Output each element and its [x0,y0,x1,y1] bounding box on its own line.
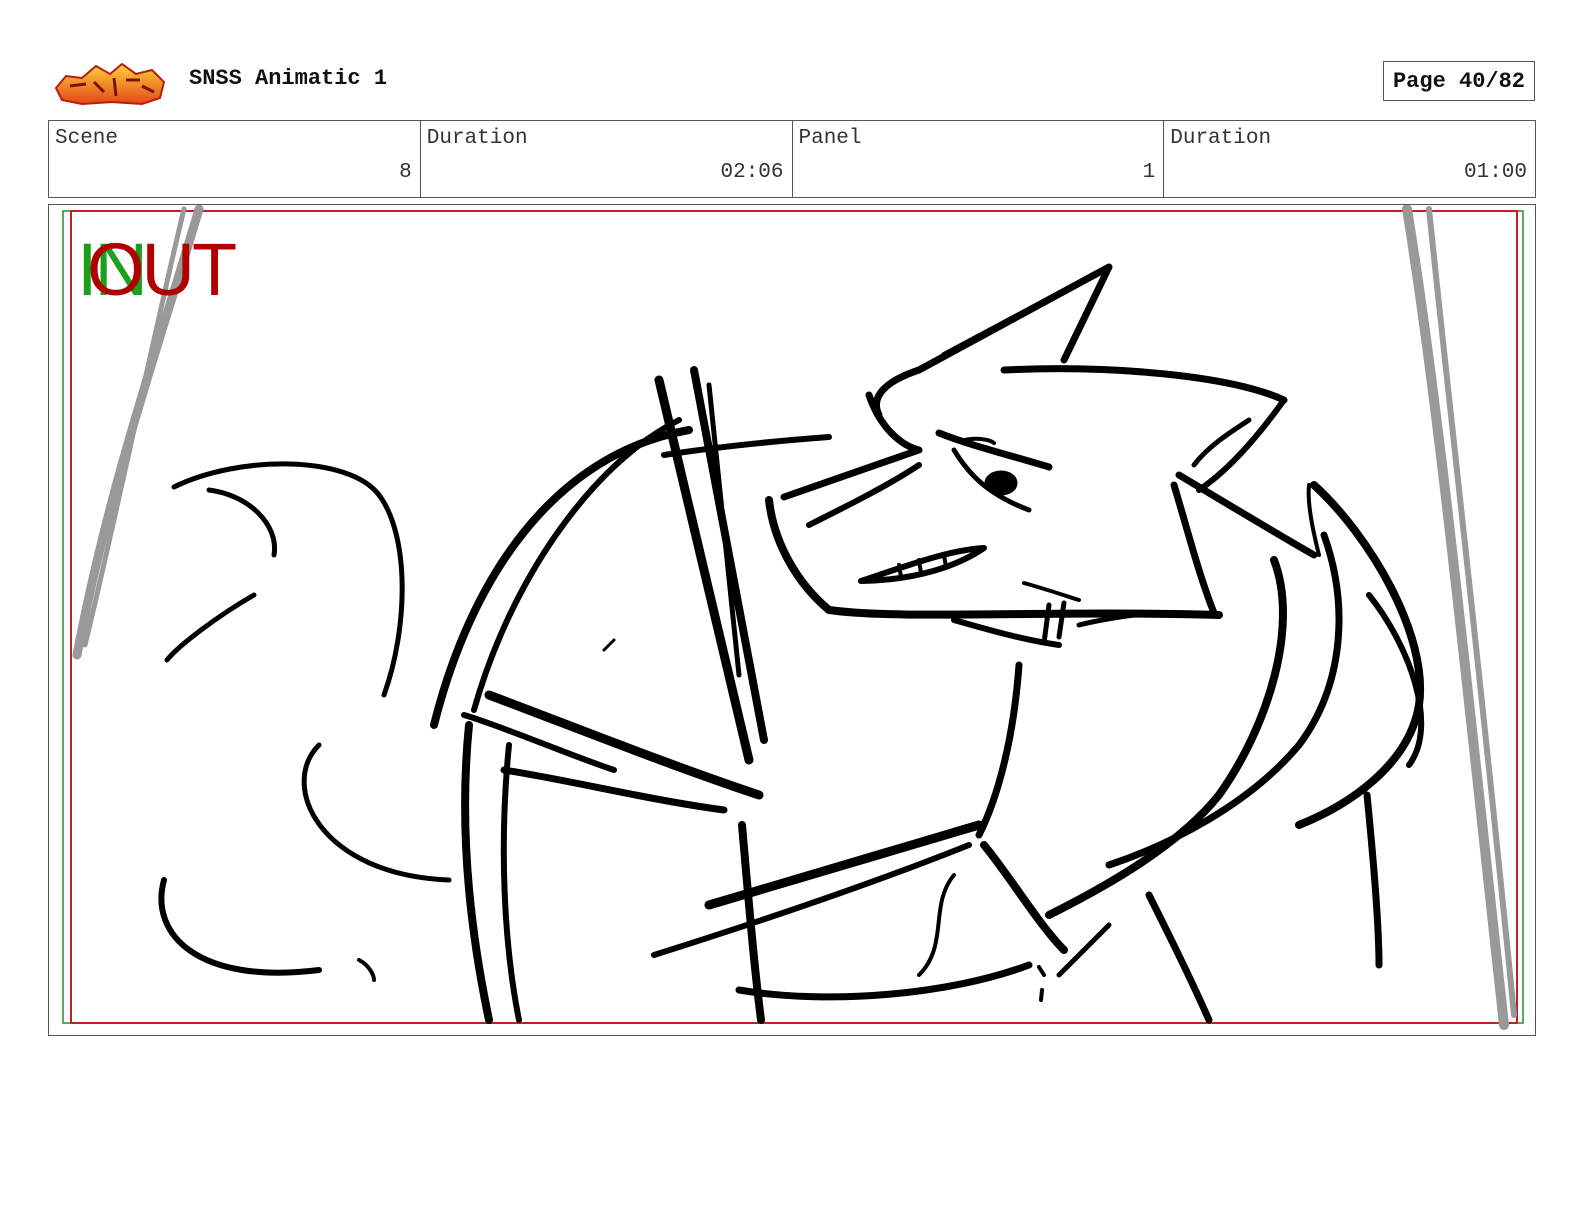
panel-duration-value: 01:00 [1463,161,1527,184]
scene-value: 8 [399,161,412,184]
storyboard-panel: IN OUT [48,204,1536,1036]
scene-label: Scene [55,127,119,150]
title-safe-frame [70,210,1518,1024]
panel-duration-label: Duration [1170,127,1272,150]
panel-value: 1 [1142,161,1156,184]
panel-cell: Panel 1 [793,121,1165,197]
curtain-right [1402,205,1517,1030]
scene-duration-cell: Duration 02:06 [421,121,793,197]
scene-duration-value: 02:06 [720,161,784,184]
action-safe-frame [62,210,1524,1024]
panel-label: Panel [798,127,862,150]
show-logo [52,58,170,108]
panel-duration-cell: Duration 01:00 [1164,121,1535,197]
document-title: SNSS Animatic 1 [189,66,388,91]
character-sketch [158,263,1425,1024]
scene-cell: Scene 8 [49,121,421,197]
scene-duration-label: Duration [426,127,528,150]
scene-info-table: Scene 8 Duration 02:06 Panel 1 Duration … [48,120,1536,198]
panel-sketch [62,205,1524,1030]
page-indicator: Page 40/82 [1383,61,1535,101]
out-marker: OUT [87,228,237,311]
